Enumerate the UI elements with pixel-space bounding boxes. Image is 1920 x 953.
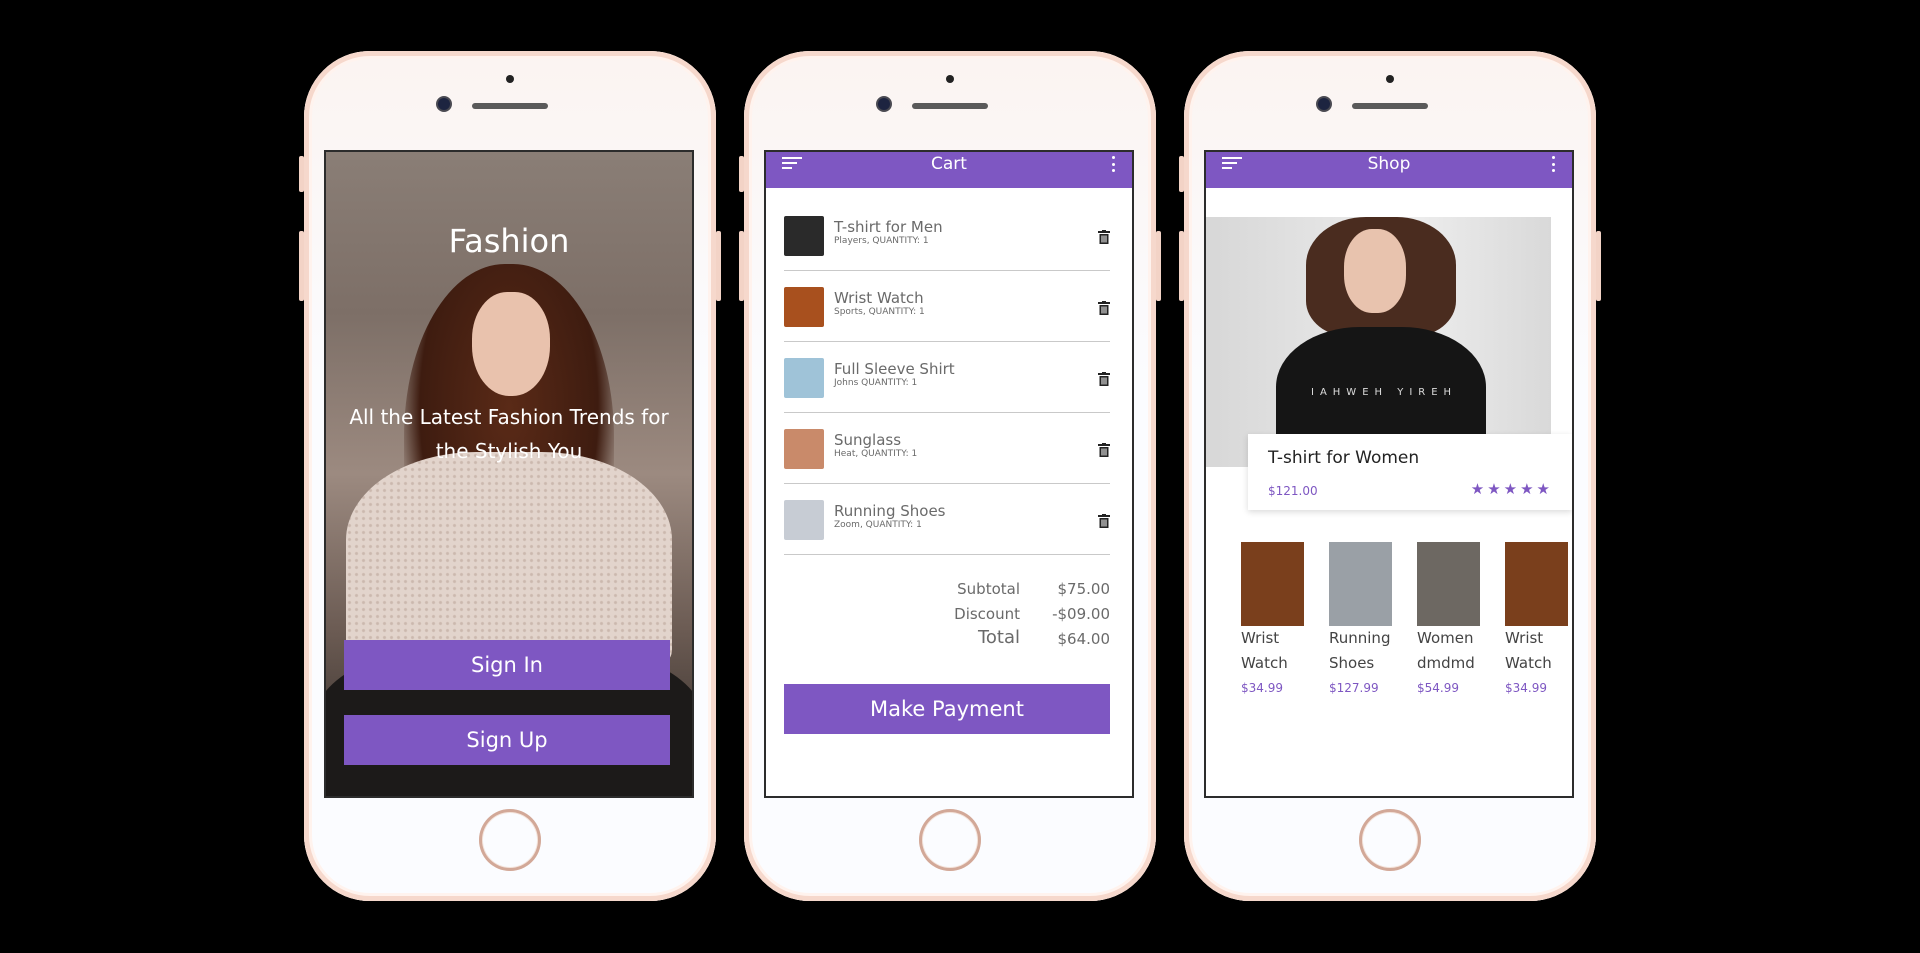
front-camera [438, 98, 450, 110]
front-camera [878, 98, 890, 110]
tshirt-print-text: IAHWEH YIREH [1311, 387, 1458, 398]
front-camera [1318, 98, 1330, 110]
phone-welcome: Fashion All the Latest Fashion Trends fo… [299, 51, 721, 901]
total-label: Total [977, 627, 1020, 648]
cart-item-name: Sunglass [834, 431, 902, 449]
front-sensor [506, 75, 514, 83]
subtotal-row: Subtotal $75.00 [784, 577, 1110, 602]
welcome-screen: Fashion All the Latest Fashion Trends fo… [326, 152, 692, 796]
product-card[interactable]: Wrist Watch $34.99 [1241, 542, 1305, 695]
sign-in-button[interactable]: Sign In [344, 640, 670, 690]
make-payment-button[interactable]: Make Payment [784, 684, 1110, 734]
cart-item-meta: Zoom, QUANTITY: 1 [834, 520, 922, 530]
product-card[interactable]: Wrist Watch $34.99 [1505, 542, 1569, 695]
total-row: Total $64.00 [784, 627, 1110, 652]
home-button[interactable] [479, 809, 541, 871]
shop-screen: Shop IAHWEH YIREH T-shirt for Women $121… [1206, 152, 1572, 796]
product-thumbnail [784, 500, 824, 540]
trash-icon[interactable] [1098, 514, 1110, 528]
earpiece-speaker [912, 103, 988, 109]
product-image [1417, 542, 1480, 626]
product-price: $54.99 [1417, 681, 1459, 695]
trash-icon[interactable] [1098, 443, 1110, 457]
star-icon: ★ [1470, 480, 1485, 498]
product-thumbnail [784, 216, 824, 256]
product-name: Wrist Watch [1241, 629, 1288, 672]
front-sensor [946, 75, 954, 83]
cart-item-name: Running Shoes [834, 502, 946, 520]
star-icon: ★ [1536, 480, 1550, 498]
product-image [1329, 542, 1392, 626]
app-bar: Cart [766, 152, 1132, 188]
trash-icon[interactable] [1098, 230, 1110, 244]
power-button [1596, 231, 1601, 301]
product-card[interactable]: Women dmdmd $54.99 [1417, 542, 1481, 695]
home-button[interactable] [1359, 809, 1421, 871]
star-icon: ★ [1503, 480, 1518, 498]
cart-item[interactable]: Running Shoes Zoom, QUANTITY: 1 [784, 484, 1110, 555]
cart-item-name: Full Sleeve Shirt [834, 360, 955, 378]
total-value: $64.00 [1057, 630, 1111, 648]
order-summary: Subtotal $75.00 Discount -$09.00 Total $… [784, 577, 1110, 652]
cart-screen: Cart T-shirt for Men Players, QUANTITY: 1… [766, 152, 1132, 796]
star-icon: ★ [1487, 480, 1501, 498]
cart-item[interactable]: Full Sleeve Shirt Johns QUANTITY: 1 [784, 342, 1110, 413]
more-vert-icon[interactable] [1112, 156, 1116, 172]
discount-label: Discount [954, 605, 1020, 623]
product-card[interactable]: Running Shoes $127.99 [1329, 542, 1393, 695]
cart-item[interactable]: T-shirt for Men Players, QUANTITY: 1 [784, 200, 1110, 271]
product-thumbnail [784, 287, 824, 327]
hero-photo-face [472, 292, 550, 396]
earpiece-speaker [1352, 103, 1428, 109]
cart-item-name: Wrist Watch [834, 289, 924, 307]
phone-cart: Cart T-shirt for Men Players, QUANTITY: 1… [739, 51, 1161, 901]
product-price: $34.99 [1505, 681, 1547, 695]
app-title: Fashion [448, 222, 570, 260]
subtotal-label: Subtotal [957, 580, 1020, 598]
app-bar: Shop [1206, 152, 1572, 188]
cart-list: T-shirt for Men Players, QUANTITY: 1 Wrist… [784, 200, 1110, 555]
featured-product-image[interactable]: IAHWEH YIREH [1206, 217, 1551, 467]
tagline: All the Latest Fashion Trends for the St… [349, 405, 669, 463]
cart-item[interactable]: Sunglass Heat, QUANTITY: 1 [784, 413, 1110, 484]
featured-product-name: T-shirt for Women [1268, 448, 1420, 468]
product-image [1505, 542, 1568, 626]
rating-stars: ★ ★ ★ ★ ★ [1471, 480, 1550, 498]
earpiece-speaker [472, 103, 548, 109]
product-name: Running Shoes [1329, 629, 1391, 672]
cart-item[interactable]: Wrist Watch Sports, QUANTITY: 1 [784, 271, 1110, 342]
cart-item-meta: Sports, QUANTITY: 1 [834, 307, 925, 317]
cart-item-name: T-shirt for Men [834, 218, 943, 236]
cart-item-meta: Heat, QUANTITY: 1 [834, 449, 918, 459]
product-thumbnail [784, 429, 824, 469]
product-price: $34.99 [1241, 681, 1283, 695]
trash-icon[interactable] [1098, 372, 1110, 386]
discount-value: -$09.00 [1052, 605, 1110, 623]
product-carousel: Wrist Watch $34.99 Running Shoes $127.99 Wom… [1241, 542, 1572, 712]
cart-item-meta: Johns QUANTITY: 1 [834, 378, 918, 388]
product-thumbnail [784, 358, 824, 398]
hero-photo-face [1344, 229, 1406, 313]
cart-item-meta: Players, QUANTITY: 1 [834, 236, 929, 246]
featured-product-price: $121.00 [1268, 484, 1318, 498]
page-title: Shop [1367, 154, 1411, 174]
power-button [1156, 231, 1161, 301]
power-button [716, 231, 721, 301]
sign-up-button[interactable]: Sign Up [344, 715, 670, 765]
product-price: $127.99 [1329, 681, 1379, 695]
phone-shop: Shop IAHWEH YIREH T-shirt for Women $121… [1179, 51, 1601, 901]
featured-product-card[interactable]: T-shirt for Women $121.00 ★ ★ ★ ★ ★ [1248, 434, 1572, 510]
product-image [1241, 542, 1304, 626]
trash-icon[interactable] [1098, 301, 1110, 315]
home-button[interactable] [919, 809, 981, 871]
discount-row: Discount -$09.00 [784, 602, 1110, 627]
product-name: Women dmdmd [1417, 629, 1475, 672]
page-title: Cart [931, 154, 967, 174]
more-vert-icon[interactable] [1552, 156, 1556, 172]
product-name: Wrist Watch [1505, 629, 1552, 672]
front-sensor [1386, 75, 1394, 83]
hero-photo-blouse [346, 452, 672, 672]
subtotal-value: $75.00 [1057, 580, 1111, 598]
star-icon: ★ [1520, 480, 1534, 498]
